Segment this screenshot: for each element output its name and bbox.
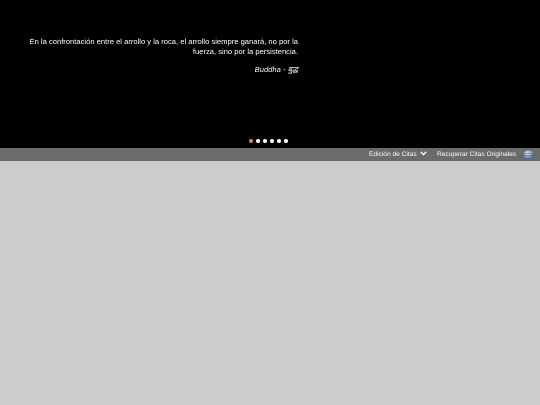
carousel-dot-1[interactable] — [249, 139, 253, 143]
chevron-down-icon — [419, 151, 427, 156]
carousel-dot-2[interactable] — [256, 139, 260, 143]
carousel-dot-3[interactable] — [263, 139, 267, 143]
carousel-dots — [249, 139, 288, 143]
quote-text: En la confrontación entre el arrollo y l… — [29, 37, 298, 56]
toolbar: Edición de Citas Recuperar Citas Origina… — [0, 148, 540, 161]
quote-box: En la confrontación entre el arrollo y l… — [22, 37, 298, 75]
recover-quotes-button[interactable]: Recuperar Citas Originales — [437, 148, 516, 161]
carousel-dot-5[interactable] — [277, 139, 281, 143]
recover-quotes-label: Recuperar Citas Originales — [437, 151, 517, 158]
main-content-area — [0, 161, 540, 405]
carousel-dot-4[interactable] — [270, 139, 274, 143]
quote-author: Buddha - बुद्ध — [254, 65, 298, 74]
quote-stage: En la confrontación entre el arrollo y l… — [0, 0, 540, 148]
edit-quotes-label: Edición de Citas — [369, 151, 417, 158]
edit-quotes-menu[interactable]: Edición de Citas — [369, 148, 427, 161]
globe-icon[interactable] — [523, 150, 534, 159]
carousel-dot-6[interactable] — [284, 139, 288, 143]
